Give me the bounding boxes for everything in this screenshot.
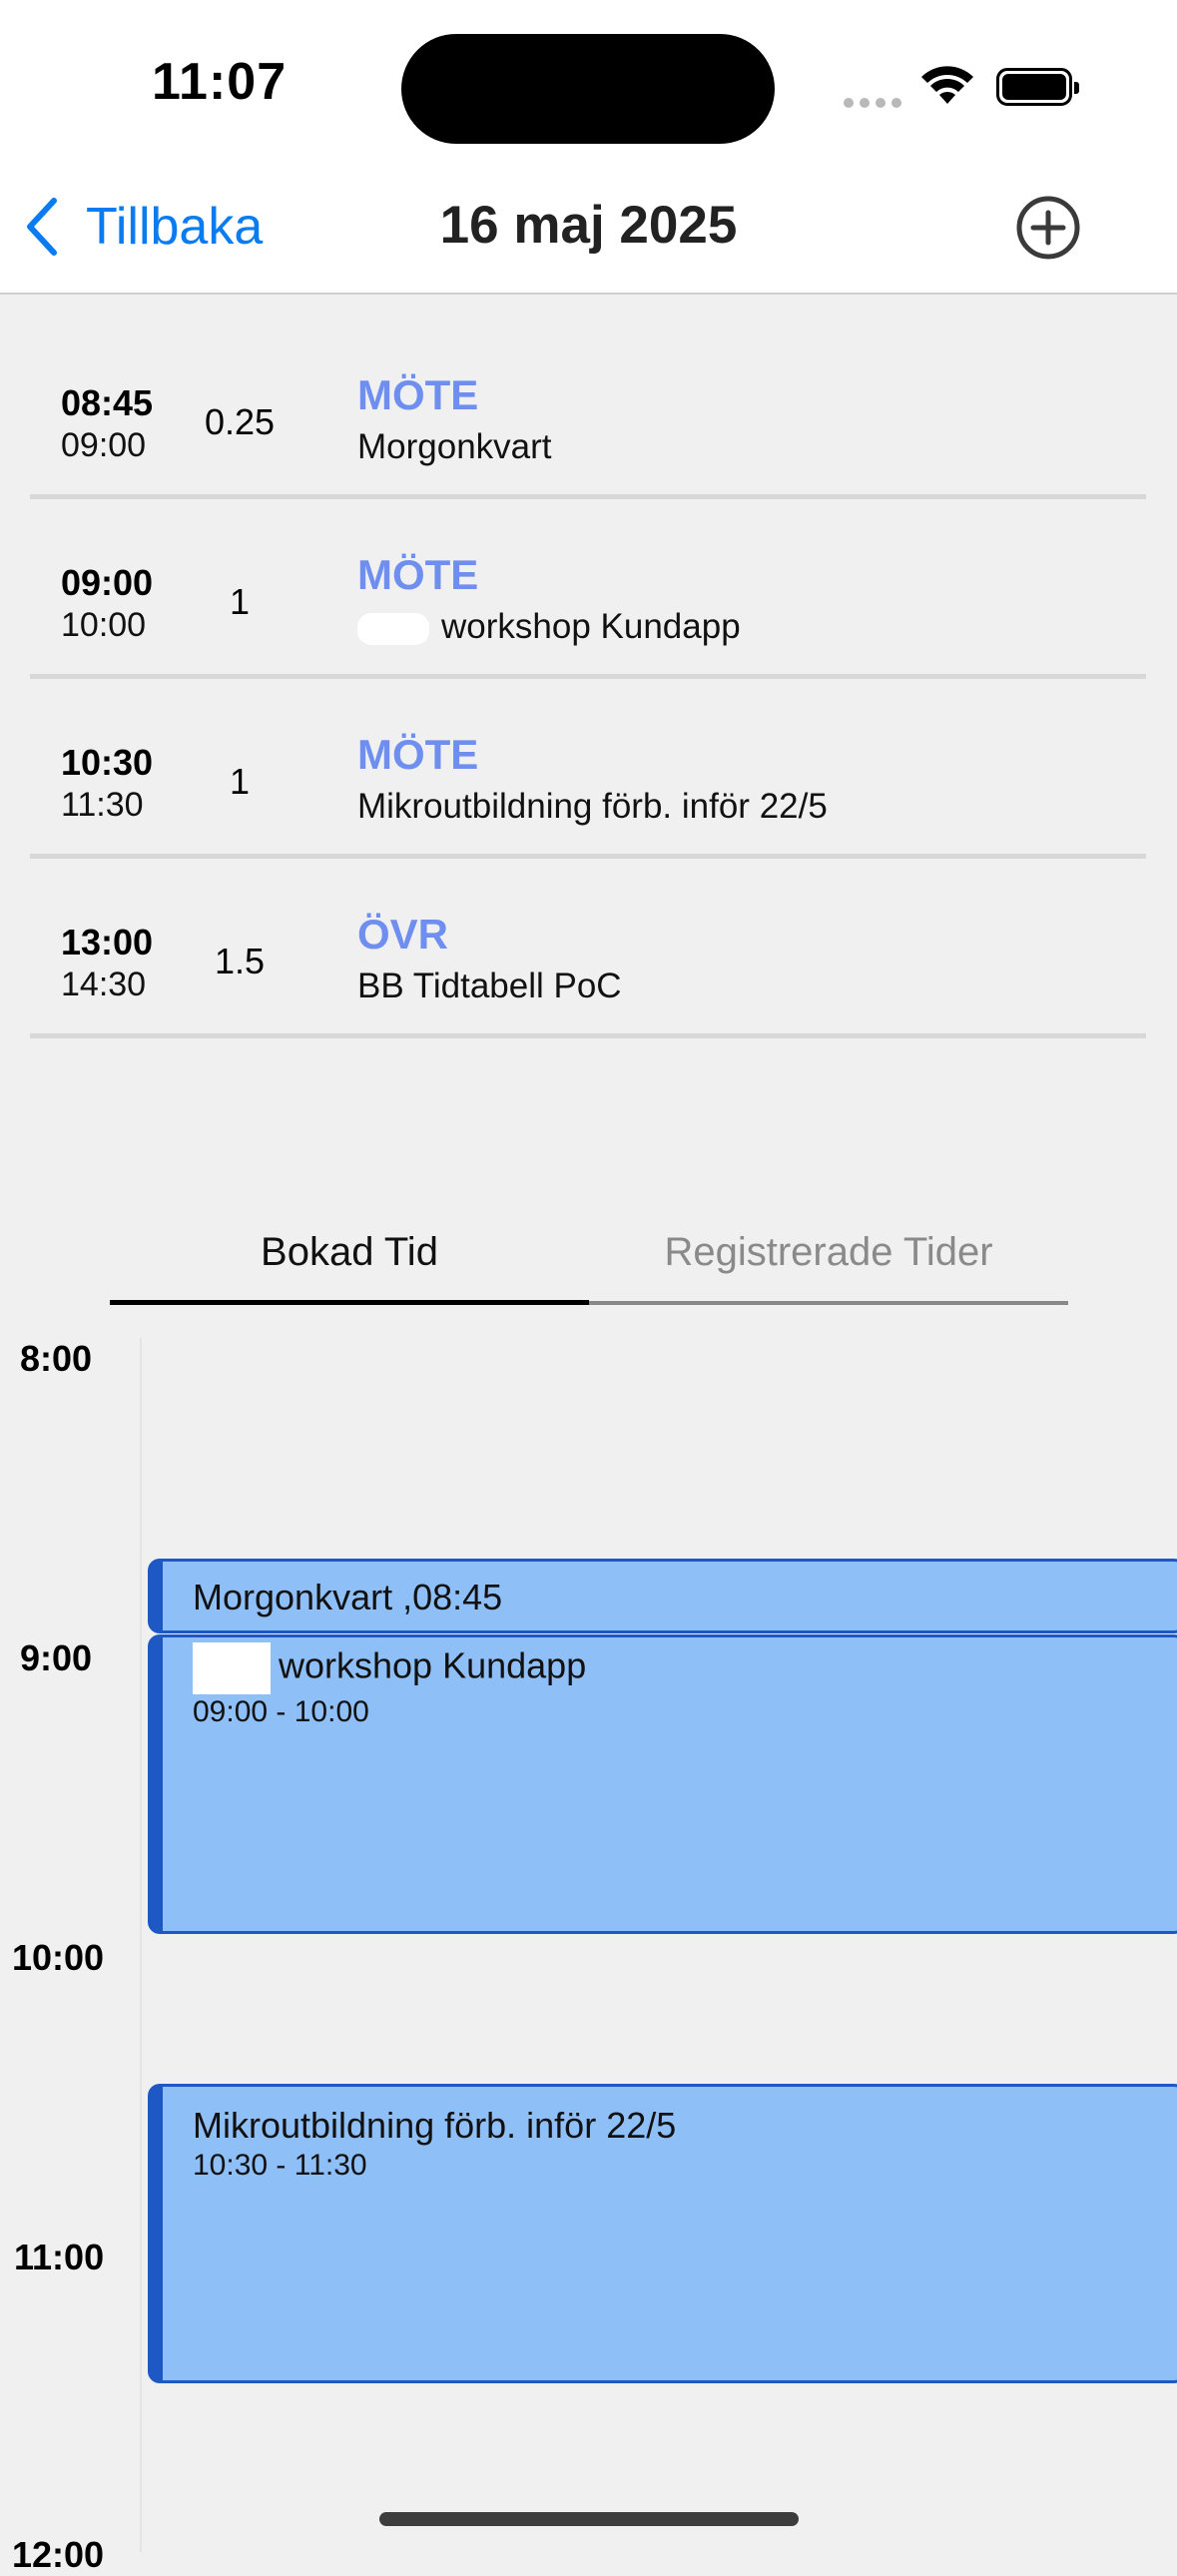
tab-bokad-tid[interactable]: Bokad Tid (110, 1230, 589, 1275)
status-time: 11:07 (152, 53, 288, 111)
add-button[interactable] (1014, 194, 1082, 267)
status-bar: 11:07 (0, 0, 1177, 175)
redacted-text (193, 1642, 271, 1694)
entry-type: MÖTE (357, 371, 479, 418)
hour-label: 10:00 (12, 1937, 105, 1978)
event-title-wrapper: workshop Kundapp (193, 1642, 586, 1694)
entry-description: Morgonkvart (357, 427, 552, 466)
active-tab-indicator (110, 1300, 589, 1305)
entry-description: BB Tidtabell PoC (357, 966, 622, 1005)
hour-label: 8:00 (20, 1338, 93, 1379)
inactive-tab-indicator (589, 1301, 1068, 1305)
entry-hours: 1 (229, 581, 251, 622)
timeline-axis (140, 1338, 142, 2552)
entry-start-time: 13:00 (61, 922, 154, 963)
entry-start-time: 10:30 (61, 742, 154, 783)
entry-end-time: 11:30 (61, 786, 144, 824)
entry-type: MÖTE (357, 551, 479, 598)
hour-label: 9:00 (20, 1637, 93, 1678)
entry-end-time: 10:00 (61, 606, 147, 644)
entry-hours: 1.5 (214, 941, 266, 981)
entry-hours: 1 (229, 761, 251, 802)
list-item[interactable]: 09:00 10:00 1 MÖTE workshop Kundapp (30, 499, 1146, 679)
event-title: workshop Kundapp (279, 1644, 587, 1686)
calendar-event[interactable]: Morgonkvart ,08:45 (148, 1559, 1177, 1633)
entry-end-time: 09:00 (61, 426, 147, 464)
hour-label: 12:00 (12, 2534, 105, 2575)
entry-end-time: 14:30 (61, 966, 147, 1003)
home-indicator[interactable] (379, 2512, 799, 2526)
wifi-icon (918, 64, 976, 113)
calendar-event[interactable]: workshop Kundapp 09:00 - 10:00 (148, 1634, 1177, 1934)
event-title: Mikroutbildning förb. inför 22/5 (193, 2105, 677, 2146)
page-title: 16 maj 2025 (439, 196, 738, 255)
entry-hours: 0.25 (204, 401, 276, 442)
calendar-event[interactable]: Mikroutbildning förb. inför 22/5 10:30 -… (148, 2084, 1177, 2383)
entry-description: workshop Kundapp (441, 607, 741, 646)
entry-description-wrapper: workshop Kundapp (357, 607, 741, 647)
dynamic-island (401, 34, 775, 144)
entry-start-time: 09:00 (61, 562, 154, 603)
entry-description: Mikroutbildning förb. inför 22/5 (357, 787, 828, 826)
hour-label: 11:00 (14, 2237, 105, 2277)
list-item[interactable]: 13:00 14:30 1.5 ÖVR BB Tidtabell PoC (30, 859, 1146, 1038)
navigation-bar: Tillbaka 16 maj 2025 (0, 175, 1177, 295)
battery-icon (996, 68, 1079, 106)
entry-type: MÖTE (357, 731, 479, 778)
redacted-text (357, 612, 429, 645)
entry-start-time: 08:45 (61, 382, 154, 423)
event-title: Morgonkvart ,08:45 (193, 1577, 503, 1617)
event-time: 10:30 - 11:30 (193, 2149, 367, 2182)
tab-registrerade-tider[interactable]: Registrerade Tider (589, 1230, 1068, 1275)
plus-circle-icon (1016, 196, 1080, 260)
entry-type: ÖVR (357, 911, 449, 958)
cellular-signal-icon (844, 95, 907, 113)
list-item[interactable]: 10:30 11:30 1 MÖTE Mikroutbildning förb.… (30, 679, 1146, 859)
list-item[interactable]: 08:45 09:00 0.25 MÖTE Morgonkvart (30, 320, 1146, 499)
event-time: 09:00 - 10:00 (193, 1695, 369, 1728)
